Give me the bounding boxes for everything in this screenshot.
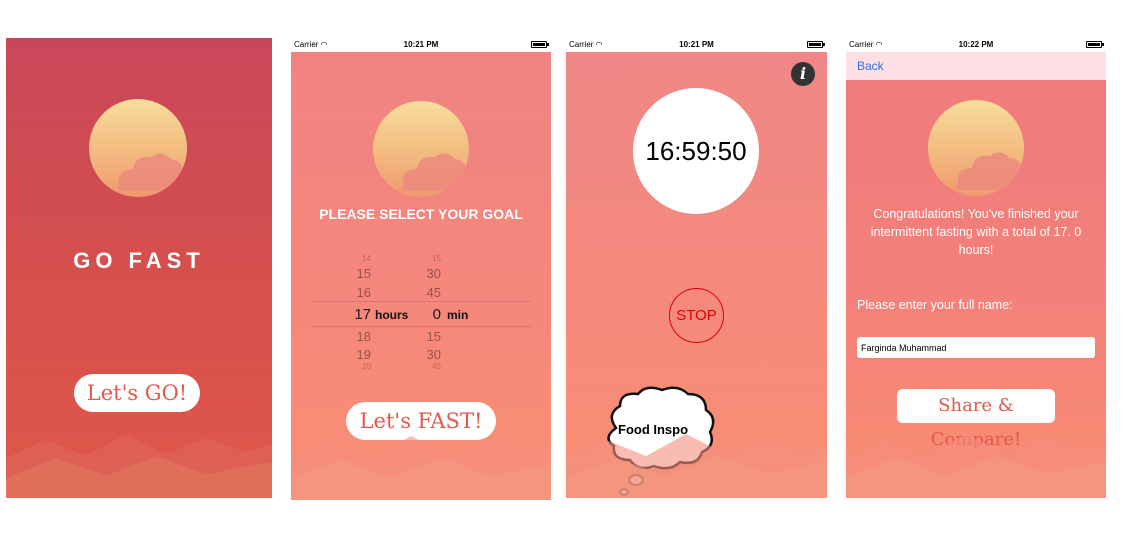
screen-timer: Carrier ◠ 10:21 PM i 16:59:50 STOP Food I…: [566, 38, 827, 498]
battery-icon: [807, 41, 825, 48]
picker-row[interactable]: 15 30: [311, 266, 531, 286]
navigation-bar: Back: [846, 52, 1106, 80]
selected-minutes: 0: [432, 306, 441, 323]
congratulations-message: Congratulations! You've finished your in…: [870, 207, 1082, 257]
status-time: 10:21 PM: [403, 40, 439, 49]
full-name-input[interactable]: [857, 337, 1095, 358]
goal-heading: PLEASE SELECT YOUR GOAL: [319, 206, 523, 222]
minutes-unit: min: [447, 308, 469, 322]
mountains-icon: [291, 436, 551, 500]
sun-icon: [89, 99, 187, 197]
status-bar: Carrier ◠ 10:21 PM: [566, 38, 827, 52]
stop-button[interactable]: STOP: [669, 288, 724, 343]
mountains-icon: [846, 434, 1106, 498]
screen-results: Carrier ◠ 10:22 PM Back Congratulations! …: [846, 38, 1106, 498]
back-button[interactable]: Back: [857, 59, 884, 73]
mountains-icon: [6, 434, 272, 498]
lets-go-button[interactable]: Let's GO!: [74, 374, 200, 412]
hours-unit: hours: [375, 308, 409, 322]
battery-icon: [531, 41, 549, 48]
battery-icon: [1086, 41, 1104, 48]
sun-icon: [373, 101, 469, 197]
name-label: Please enter your full name:: [857, 298, 1013, 312]
mountains-icon: [566, 434, 827, 498]
info-icon[interactable]: i: [791, 62, 815, 86]
cloud-icon: [956, 152, 1024, 190]
cloud-icon: [117, 153, 186, 191]
picker-row[interactable]: 18 15: [311, 329, 531, 349]
picker-row[interactable]: 20 45: [311, 362, 531, 382]
screen-welcome: GO FAST Let's GO!: [6, 38, 272, 498]
status-bar: Carrier ◠ 10:21 PM: [291, 38, 551, 52]
status-bar: Carrier ◠ 10:22 PM: [846, 38, 1106, 52]
picker-row[interactable]: 16 45: [311, 285, 531, 305]
status-time: 10:21 PM: [679, 40, 714, 49]
screen-select-goal: Carrier ◠ 10:21 PM PLEASE SELECT YOUR GOA…: [291, 38, 551, 500]
selected-hours: 17: [354, 306, 371, 323]
countdown-timer: 16:59:50: [633, 88, 759, 214]
share-compare-button[interactable]: Share & Compare!: [897, 389, 1055, 450]
cloud-icon: [401, 153, 469, 191]
app-title: GO FAST: [73, 248, 205, 273]
duration-picker[interactable]: 14 15 15 30 16 45 17 hours 0 min 18 15 1…: [311, 254, 531, 372]
sun-icon: [928, 100, 1024, 196]
status-time: 10:22 PM: [958, 40, 994, 49]
picker-divider: [311, 326, 531, 327]
picker-divider: [311, 301, 531, 302]
picker-selected-row[interactable]: 17 hours 0 min: [311, 306, 531, 326]
